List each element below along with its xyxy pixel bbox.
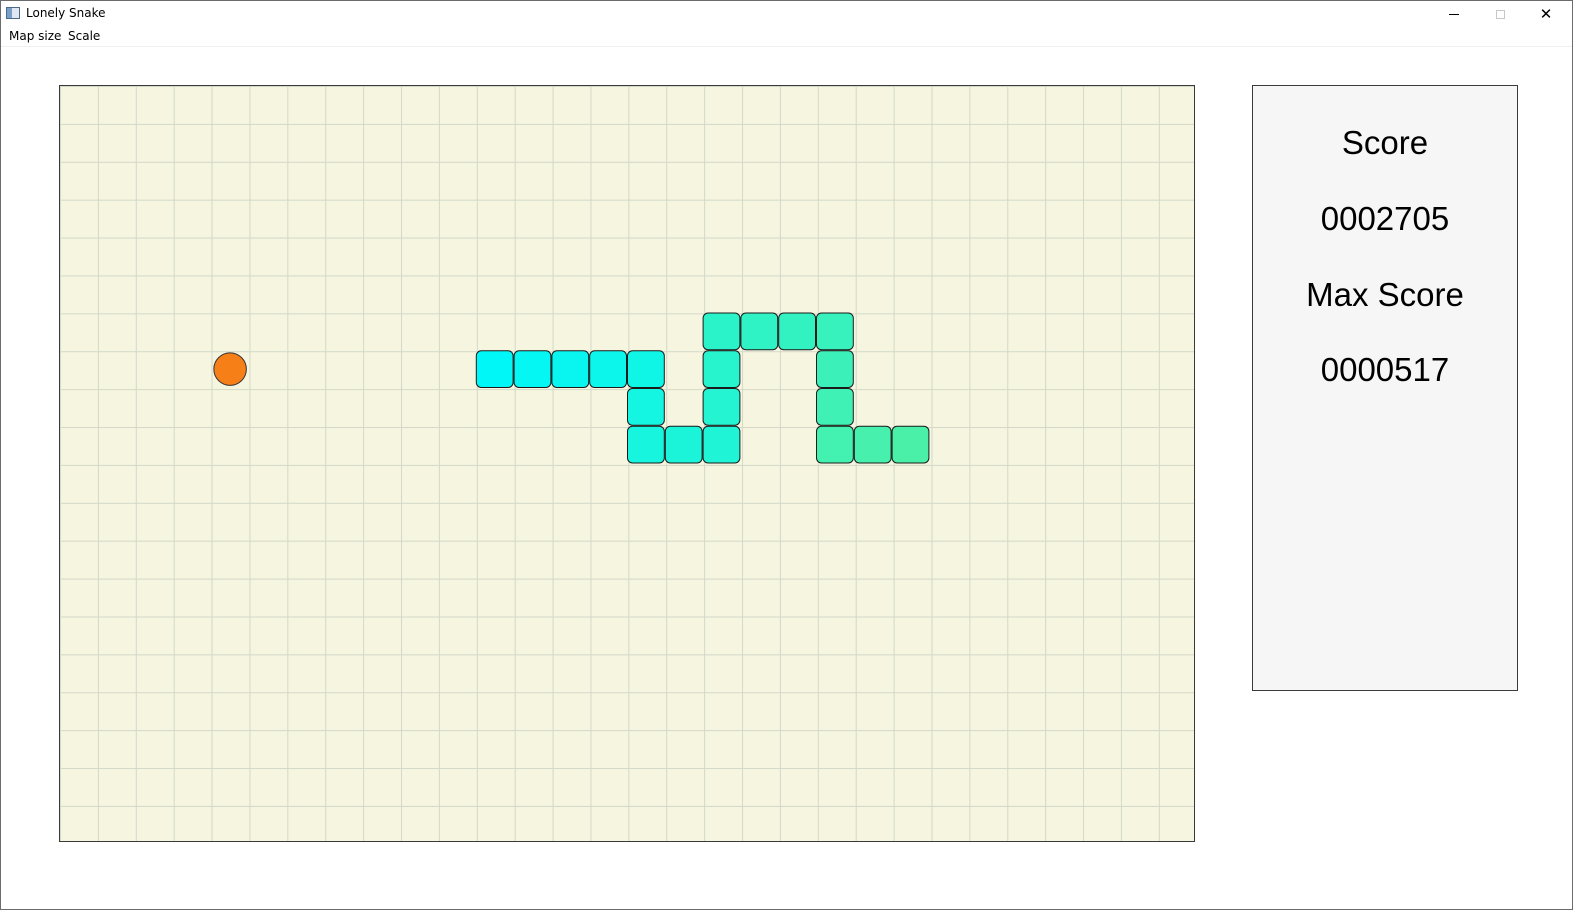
snake-segment [702, 425, 741, 464]
game-board[interactable] [59, 85, 1195, 842]
snake-segment [589, 350, 628, 388]
snake-segment [551, 350, 590, 388]
snake-segment [513, 350, 552, 388]
close-icon: ✕ [1539, 5, 1553, 23]
snake-segment [778, 312, 817, 351]
snake-segment [702, 388, 741, 426]
snake-segment [702, 312, 741, 351]
minimize-button[interactable] [1431, 1, 1477, 27]
menu-bar: Map size Scale [1, 27, 1572, 47]
snake-segment [627, 388, 665, 426]
title-bar[interactable]: Lonely Snake ✕ [1, 1, 1572, 27]
score-value: 0002705 [1320, 200, 1450, 237]
max-score-label: Max Score [1306, 276, 1464, 313]
snake-segment [816, 312, 854, 351]
score-label: Score [1341, 124, 1429, 161]
snake-segment [816, 388, 854, 426]
maximize-icon [1495, 9, 1505, 19]
max-score-value: 0000517 [1320, 351, 1450, 388]
board-canvas [213, 312, 930, 464]
menu-scale[interactable]: Scale [66, 29, 102, 43]
score-panel: Score 0002705 Max Score 0000517 [1252, 85, 1518, 691]
snake-segment [702, 350, 741, 388]
menu-map-size[interactable]: Map size [7, 29, 63, 43]
maximize-button[interactable] [1477, 1, 1523, 27]
snake-segment [816, 425, 854, 464]
app-window-icon [6, 7, 20, 19]
app-window: Lonely Snake ✕ Map size Scale Score 0002… [0, 0, 1573, 910]
snake-head [475, 350, 514, 388]
snake-segment [853, 425, 892, 464]
food-pellet [213, 352, 247, 386]
snake-segment [627, 425, 665, 464]
snake-segment [664, 425, 703, 464]
window-title: Lonely Snake [26, 6, 106, 20]
close-button[interactable]: ✕ [1523, 1, 1569, 27]
snake-segment [627, 350, 665, 388]
minimize-icon [1449, 13, 1459, 15]
snake-segment [891, 425, 930, 464]
snake-segment [816, 350, 854, 388]
snake-segment [740, 312, 779, 351]
